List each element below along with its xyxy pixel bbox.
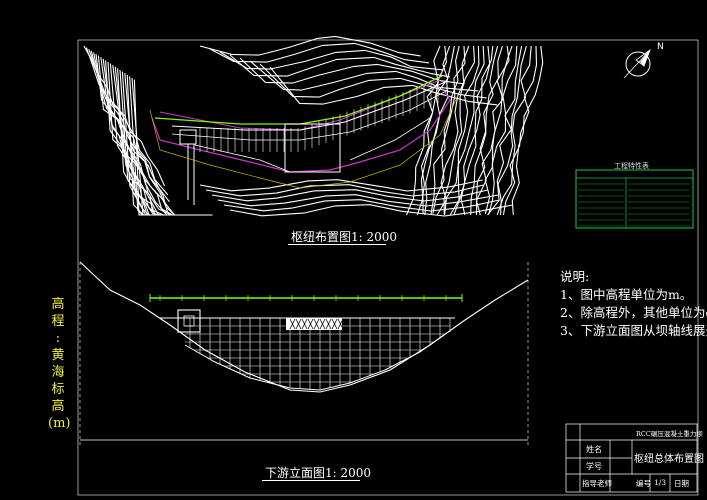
title-block-date-label: 日期	[674, 479, 689, 488]
title-block-project: RCC碾压混凝土重力坝	[636, 430, 703, 438]
title-block-id-label: 学号	[586, 462, 602, 471]
notes-heading: 说明:	[560, 269, 590, 284]
note-item: 1、图中高程单位为m。	[560, 287, 693, 302]
title-block-name-label: 姓名	[586, 445, 602, 454]
contour-line	[117, 68, 200, 216]
contour-line	[259, 63, 487, 99]
contour-line	[119, 69, 203, 216]
note-item: 2、除高程外，其他单位为cm。	[560, 305, 707, 320]
contour-line	[229, 54, 450, 78]
note-item: 3、下游立面图从坝轴线展开。	[560, 323, 707, 338]
contour-line	[199, 35, 421, 57]
plan-dam-body	[149, 75, 459, 205]
title-block-sheet-value: 1/3	[654, 478, 667, 487]
elevation-view	[79, 261, 529, 446]
north-arrow-icon	[623, 48, 651, 79]
vertical-elevation-label: 高 程 : 黄 海 标 高 (m)	[48, 297, 71, 431]
title-block-sheet-label: 编号	[636, 479, 651, 488]
title-block-drawing-name: 枢纽总体布置图	[634, 454, 704, 465]
contour-line	[83, 45, 166, 187]
elevation-title: 下游立面图1: 2000	[265, 466, 372, 480]
properties-table-title: 工程特性表	[614, 162, 649, 170]
plan-title-underline	[288, 244, 386, 245]
elevation-title-underline	[262, 480, 360, 481]
design-notes: 说明: 1、图中高程单位为m。 2、除高程外，其他单位为cm。 3、下游立面图从…	[560, 268, 707, 340]
properties-table	[575, 169, 694, 229]
contour-line	[449, 45, 485, 216]
north-label: N	[657, 42, 664, 52]
drawing-canvas	[77, 35, 699, 496]
plan-title: 枢纽布置图1: 2000	[291, 230, 398, 244]
title-block-advisor-label: 指导老师	[582, 479, 612, 488]
contour-line	[133, 79, 213, 216]
